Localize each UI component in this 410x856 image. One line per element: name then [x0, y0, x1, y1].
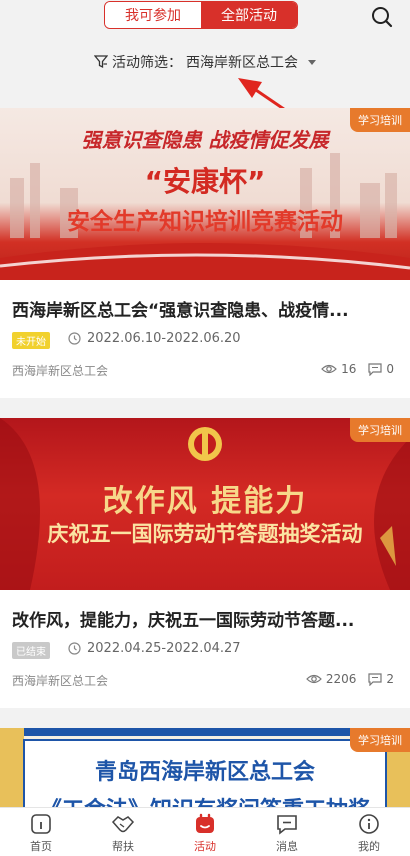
category-tag: 学习培训	[350, 418, 410, 442]
nav-label: 我的	[358, 840, 380, 853]
comment-count: 2	[386, 672, 394, 686]
tab-all-activities[interactable]: 全部活动	[201, 2, 297, 28]
nav-label: 活动	[194, 840, 216, 853]
tab-my-eligible[interactable]: 我可参加	[105, 2, 201, 28]
activity-tab-switch: 我可参加 全部活动	[104, 1, 298, 29]
activity-banner: 强意识查隐患 战疫情促发展 “安康杯” 安全生产知识培训竞赛活动 学习培训	[0, 108, 410, 280]
banner-maintitle: 庆祝五一国际劳动节答题抽奖活动	[47, 522, 363, 546]
nav-profile[interactable]: 我的	[328, 808, 410, 856]
message-icon	[277, 815, 297, 835]
activity-stats: 16 0	[321, 362, 394, 376]
filter-value: 西海岸新区总工会	[186, 55, 298, 71]
activity-title: 西海岸新区总工会“强意识查隐患、战疫情...	[12, 301, 349, 321]
eye-icon	[321, 364, 337, 374]
activity-banner: 改作风 提能力 庆祝五一国际劳动节答题抽奖活动 学习培训	[0, 418, 410, 590]
top-bar: 我可参加 全部活动	[0, 0, 410, 38]
banner-headline: 青岛西海岸新区总工会	[94, 760, 315, 785]
comment-icon	[368, 672, 382, 686]
activity-card[interactable]: 强意识查隐患 战疫情促发展 “安康杯” 安全生产知识培训竞赛活动 学习培训 西海…	[0, 108, 410, 398]
nav-activities[interactable]: 活动	[164, 808, 246, 856]
activity-card[interactable]: 青岛西海岸新区总工会 《工会法》知识有奖问答重工抽奖 学习培训	[0, 728, 410, 808]
home-icon	[31, 814, 51, 834]
activity-title: 改作风，提能力，庆祝五一国际劳动节答题...	[12, 611, 355, 631]
clock-icon	[68, 332, 81, 345]
organizer: 西海岸新区总工会	[12, 674, 109, 688]
profile-icon	[359, 814, 379, 834]
date-range: 2022.06.10-2022.06.20	[87, 331, 241, 346]
banner-subheadline: “安康杯”	[144, 165, 266, 198]
filter-icon	[94, 55, 108, 69]
activity-date: 2022.04.25-2022.04.27	[68, 641, 241, 656]
activity-icon	[196, 813, 214, 833]
clock-icon	[68, 642, 81, 655]
nav-messages[interactable]: 消息	[246, 808, 328, 856]
comment-count: 0	[386, 362, 394, 376]
search-icon[interactable]	[370, 5, 394, 29]
activity-date: 2022.06.10-2022.06.20	[68, 331, 241, 346]
activity-stats: 2206 2	[305, 672, 394, 686]
banner-headline: 改作风 提能力	[102, 484, 308, 519]
nav-home[interactable]: 首页	[0, 808, 82, 856]
category-tag: 学习培训	[350, 728, 410, 752]
bottom-nav: 首页 帮扶 活动 消息 我的	[0, 807, 410, 856]
nav-help[interactable]: 帮扶	[82, 808, 164, 856]
banner-maintitle: 安全生产知识培训竞赛活动	[67, 209, 343, 235]
comment-icon	[368, 362, 382, 376]
category-tag: 学习培训	[350, 108, 410, 132]
status-badge: 未开始	[12, 332, 50, 349]
date-range: 2022.04.25-2022.04.27	[87, 641, 241, 656]
activity-card[interactable]: 改作风 提能力 庆祝五一国际劳动节答题抽奖活动 学习培训 改作风，提能力，庆祝五…	[0, 418, 410, 708]
organizer: 西海岸新区总工会	[12, 364, 109, 378]
nav-label: 帮扶	[112, 840, 134, 853]
view-count: 16	[341, 362, 357, 376]
banner-subheadline: 《工会法》知识有奖问答重工抽奖	[0, 792, 410, 808]
status-badge: 已结束	[12, 642, 50, 659]
activity-filter[interactable]: 活动筛选： 西海岸新区总工会	[0, 52, 410, 72]
dropdown-caret-icon	[308, 59, 316, 65]
activity-banner: 青岛西海岸新区总工会 《工会法》知识有奖问答重工抽奖 学习培训	[0, 728, 410, 808]
eye-icon	[305, 674, 322, 684]
nav-label: 消息	[276, 840, 298, 853]
filter-label: 活动筛选：	[112, 55, 182, 71]
nav-label: 首页	[30, 840, 52, 853]
banner-headline: 强意识查隐患 战疫情促发展	[81, 128, 329, 152]
view-count: 2206	[325, 672, 357, 686]
handshake-icon	[111, 816, 135, 833]
